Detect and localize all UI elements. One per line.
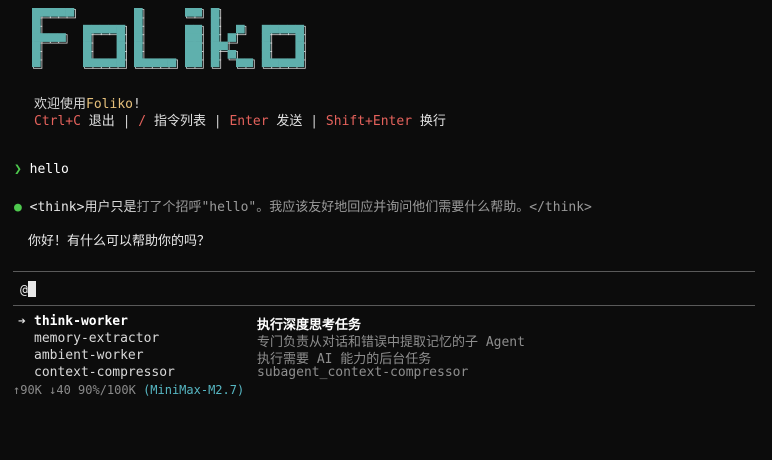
shortcut-help: Ctrl+C 退出 | / 指令列表 | Enter 发送 | Shift+En… xyxy=(34,110,446,129)
think-close-tag: </think> xyxy=(529,200,592,215)
model-name: (MiniMax-M2.7) xyxy=(143,383,245,397)
mention-suggestions: ➔ think-worker 执行深度思考任务 memory-extractor… xyxy=(18,314,718,382)
shortcut-separator: | xyxy=(310,114,319,129)
suggestion-name: ambient-worker xyxy=(34,348,144,363)
foliko-logo-banner xyxy=(30,6,360,70)
suggestion-desc: subagent_context-compressor xyxy=(257,365,469,380)
assistant-think-line: ● <think>用户只是打了个招呼"hello"。我应该友好地回应并询问他们需… xyxy=(14,196,592,215)
shortcut-desc-send: 发送 xyxy=(276,114,303,129)
shortcut-key-send: Enter xyxy=(229,114,269,129)
input-top-divider xyxy=(13,271,755,272)
shortcut-separator: | xyxy=(213,114,222,129)
text-cursor xyxy=(27,281,36,297)
input-bottom-divider xyxy=(13,305,755,306)
shortcut-desc-newline: 换行 xyxy=(419,114,446,129)
suggestion-name: think-worker xyxy=(34,314,128,329)
shortcut-desc-exit: 退出 xyxy=(88,114,115,129)
assistant-bullet-icon: ● xyxy=(14,200,22,215)
suggestion-name: context-compressor xyxy=(34,365,175,380)
token-usage: ↑90K ↓40 90%/100K xyxy=(13,383,136,397)
shortcut-key-exit: Ctrl+C xyxy=(34,114,81,129)
think-lead-text: 用户只是 xyxy=(84,200,137,215)
suggestion-item-think-worker[interactable]: ➔ think-worker 执行深度思考任务 xyxy=(18,314,718,333)
shortcut-desc-commands: 指令列表 xyxy=(153,114,206,129)
shortcut-key-newline: Shift+Enter xyxy=(325,114,413,129)
suggestion-item-ambient-worker[interactable]: ambient-worker 执行需要 AI 能力的后台任务 xyxy=(18,348,718,367)
token-status-bar: ↑90K ↓40 90%/100K (MiniMax-M2.7) xyxy=(13,383,244,397)
suggestion-item-memory-extractor[interactable]: memory-extractor 专门负责从对话和错误中提取记忆的子 Agent xyxy=(18,331,718,350)
selected-arrow-icon: ➔ xyxy=(18,314,26,329)
user-message-text: hello xyxy=(29,162,69,177)
chat-input-value: @ xyxy=(20,283,28,298)
shortcut-separator: | xyxy=(122,114,131,129)
foliko-logo-art xyxy=(32,8,306,69)
think-open-tag: <think> xyxy=(29,200,85,215)
think-body-text: 打了个招呼"hello"。我应该友好地回应并询问他们需要什么帮助。 xyxy=(136,200,530,215)
shortcut-key-commands: / xyxy=(138,114,147,129)
prompt-chevron-icon: ❯ xyxy=(14,162,22,177)
suggestion-name: memory-extractor xyxy=(34,331,160,346)
assistant-reply: 你好！有什么可以帮助你的吗？ xyxy=(28,234,211,249)
user-message-line: ❯ hello xyxy=(14,162,69,177)
chat-input[interactable]: @ xyxy=(20,281,36,298)
suggestion-item-context-compressor[interactable]: context-compressor subagent_context-comp… xyxy=(18,365,718,382)
